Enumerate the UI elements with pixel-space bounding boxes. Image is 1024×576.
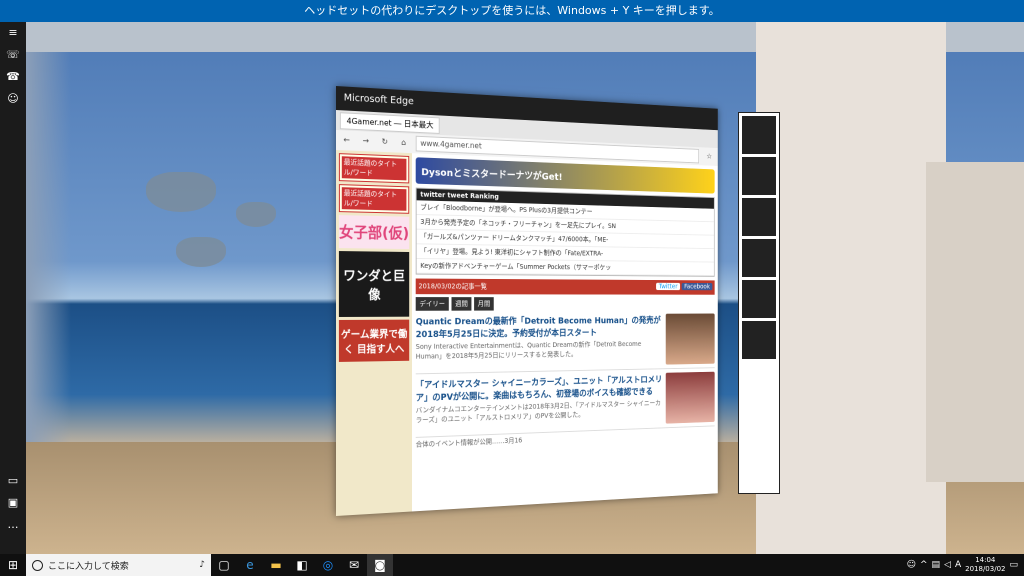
back-icon[interactable]: ←: [340, 133, 354, 148]
tweet-ranking: twitter tweet Ranking ブレイ「Bloodborne」が登場…: [415, 187, 715, 277]
chevron-up-icon[interactable]: ^: [920, 560, 928, 570]
joshibu-banner[interactable]: 女子部(仮): [338, 215, 410, 250]
time: 14:04: [975, 556, 996, 564]
cortana-icon: [32, 559, 43, 571]
trending-box: 最近話題のタイトル/ワード: [338, 153, 410, 184]
floating-island: [176, 237, 226, 267]
people-icon[interactable]: ☺: [907, 560, 916, 570]
mixed-reality-portal-icon[interactable]: ◙: [367, 554, 393, 576]
article-title[interactable]: Quantic Dreamの最新作「Detroit Become Human」の…: [416, 314, 663, 340]
ranking-tabs: デイリー 週間 月間: [415, 297, 715, 311]
side-column: 最近話題のタイトル/ワード 最近話題のタイトル/ワード 女子部(仮) ワンダと巨…: [336, 150, 412, 516]
floating-island: [146, 172, 216, 212]
taskbar: ⊞ ここに入力して検索 ♪ ▢ e ▬ ◧ ◎ ✉ ◙ ☺ ^ ▤ ◁ A 14…: [0, 554, 1024, 576]
file-explorer-icon[interactable]: ▬: [263, 554, 289, 576]
side-image: [742, 157, 776, 195]
store-icon[interactable]: ▣: [0, 492, 26, 514]
side-image: [742, 239, 776, 277]
mixed-reality-sidebar: ≡ ☏ ☎ ☺ ▭ ▣ …: [0, 22, 26, 554]
tab-weekly[interactable]: 週間: [451, 297, 472, 311]
date-bar: 2018/03/02の記事一覧 Twitter Facebook: [415, 278, 715, 295]
mail-icon[interactable]: ✉: [341, 554, 367, 576]
article-thumbnail[interactable]: [665, 313, 715, 365]
side-image: [742, 198, 776, 236]
article-body: Sony Interactive Entertainmentは、Quantic …: [415, 340, 642, 361]
edge-browser-window[interactable]: Microsoft Edge 4Gamer.net ― 日本最大 ← → ↻ ⌂…: [336, 86, 718, 516]
volume-icon[interactable]: ◁: [944, 560, 951, 570]
trending-heading: 最近話題のタイトル/ワード: [341, 187, 407, 211]
task-view-icon[interactable]: ▢: [211, 554, 237, 576]
mixed-reality-scene: Microsoft Edge 4Gamer.net ― 日本最大 ← → ↻ ⌂…: [26, 22, 1024, 554]
page-content: 最近話題のタイトル/ワード 最近話題のタイトル/ワード 女子部(仮) ワンダと巨…: [336, 150, 718, 516]
tab-daily[interactable]: デイリー: [415, 297, 449, 311]
microphone-icon[interactable]: ♪: [199, 560, 205, 570]
room-pillar: [756, 22, 946, 554]
facebook-button[interactable]: Facebook: [681, 282, 713, 291]
photo-icon[interactable]: ▭: [0, 470, 26, 492]
article-item[interactable]: 「アイドルマスター シャイニーカラーズ」、ユニット「アルストロメリア」のPVが公…: [415, 371, 715, 438]
start-windows-icon[interactable]: ⊞: [0, 554, 26, 576]
trending-heading: 最近話題のタイトル/ワード: [341, 156, 407, 181]
wanda-banner[interactable]: ワンダと巨像: [338, 251, 410, 317]
forward-icon[interactable]: →: [359, 134, 372, 148]
ime-indicator[interactable]: A: [955, 560, 961, 570]
system-tray: ☺ ^ ▤ ◁ A 14:04 2018/03/02 ▭: [907, 556, 1024, 574]
main-column: DysonとミスタードーナツがGet! twitter tweet Rankin…: [412, 153, 718, 511]
article-thumbnail[interactable]: [665, 371, 715, 424]
network-icon[interactable]: ▤: [932, 560, 941, 570]
edge-icon[interactable]: e: [237, 554, 263, 576]
floating-island: [236, 202, 276, 227]
tab-monthly[interactable]: 月間: [474, 297, 494, 311]
career-banner[interactable]: ゲーム業界で働く 目指す人へ: [338, 319, 410, 362]
search-placeholder: ここに入力して検索: [48, 561, 129, 572]
side-image: [742, 280, 776, 318]
trending-box: 最近話題のタイトル/ワード: [338, 184, 410, 214]
more-icon[interactable]: …: [0, 514, 26, 536]
tweet-item[interactable]: Keyの新作アドベンチャーゲーム「Summer Pockets（サマーポケッ: [416, 258, 714, 276]
menu-icon[interactable]: ≡: [0, 22, 26, 44]
background-window[interactable]: [738, 112, 780, 494]
date-label: 2018/03/02の記事一覧: [418, 282, 487, 291]
date: 2018/03/02: [965, 565, 1006, 573]
article-item[interactable]: Quantic Dreamの最新作「Detroit Become Human」の…: [415, 313, 715, 375]
search-box[interactable]: ここに入力して検索 ♪: [26, 554, 211, 576]
notification-icon[interactable]: ▭: [1009, 560, 1018, 570]
favorite-star-icon[interactable]: ☆: [704, 150, 715, 163]
browser-icon[interactable]: ◎: [315, 554, 341, 576]
refresh-icon[interactable]: ↻: [378, 135, 391, 149]
phone-icon[interactable]: ☏: [0, 44, 26, 66]
home-icon[interactable]: ⌂: [397, 136, 410, 150]
side-image: [742, 321, 776, 359]
twitter-button[interactable]: Twitter: [656, 282, 680, 291]
store-icon[interactable]: ◧: [289, 554, 315, 576]
headset-notice-banner: ヘッドセットの代わりにデスクトップを使うには、Windows + Y キーを押し…: [0, 0, 1024, 22]
clock[interactable]: 14:04 2018/03/02: [965, 556, 1005, 574]
voice-icon[interactable]: ☎: [0, 66, 26, 88]
side-image: [742, 116, 776, 154]
people-icon[interactable]: ☺: [0, 88, 26, 110]
room-interior: [926, 162, 1024, 482]
